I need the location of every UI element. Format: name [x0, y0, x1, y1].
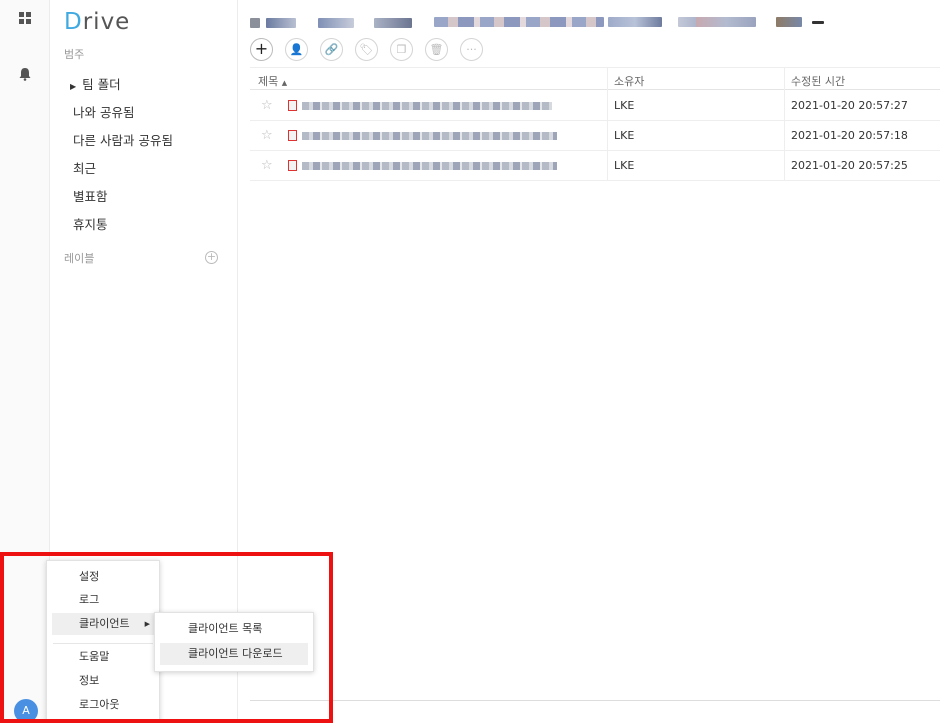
file-icon: [288, 100, 297, 111]
star-icon[interactable]: ☆: [261, 98, 273, 113]
column-owner-header[interactable]: 소유자: [614, 73, 644, 89]
column-title-header[interactable]: 제목 ▲: [258, 73, 287, 89]
logo-letter-d: D: [64, 9, 83, 35]
column-title-label: 제목: [258, 75, 279, 88]
star-icon[interactable]: ☆: [261, 128, 273, 143]
caret-right-icon[interactable]: ▶: [70, 82, 76, 91]
logo-rest: rive: [82, 9, 131, 35]
more-icon[interactable]: ···: [460, 38, 483, 61]
modified-cell: 2021-01-20 20:57:25: [791, 159, 908, 172]
sidebar-item-trash[interactable]: 휴지통: [73, 214, 108, 233]
add-label-icon[interactable]: +: [205, 251, 218, 264]
star-icon[interactable]: ☆: [261, 158, 273, 173]
main-content: + 👤 🔗 🏷 ❐ 🗑 ··· 제목 ▲ 소유자 수정된 시간 ☆ LKE 20…: [238, 0, 940, 723]
file-name-blurred[interactable]: [302, 132, 557, 140]
sort-asc-icon: ▲: [281, 79, 288, 87]
tag-icon[interactable]: 🏷: [355, 38, 378, 61]
sidebar-item-label: 팀 폴더: [82, 77, 121, 92]
apps-grid-icon[interactable]: [17, 11, 33, 27]
sidebar-item-team-folder[interactable]: ▶ 팀 폴더: [70, 74, 121, 93]
file-icon: [288, 130, 297, 141]
drive-logo[interactable]: Drive: [64, 9, 130, 35]
table-row[interactable]: ☆ LKE 2021-01-20 20:57:25: [250, 151, 940, 181]
modified-cell: 2021-01-20 20:57:27: [791, 99, 908, 112]
column-modified-header[interactable]: 수정된 시간: [791, 73, 845, 89]
sidebar-item-shared-with-me[interactable]: 나와 공유됨: [73, 102, 134, 121]
new-button[interactable]: +: [250, 38, 273, 61]
owner-cell: LKE: [614, 159, 635, 172]
table-header: 제목 ▲ 소유자 수정된 시간: [250, 67, 940, 90]
copy-icon[interactable]: ❐: [390, 38, 413, 61]
owner-cell: LKE: [614, 99, 635, 112]
file-name-blurred[interactable]: [302, 162, 557, 170]
file-name-blurred[interactable]: [302, 102, 552, 110]
labels-heading: 레이블: [64, 252, 95, 265]
table-row[interactable]: ☆ LKE 2021-01-20 20:57:18: [250, 121, 940, 151]
highlight-box: [0, 552, 333, 723]
category-heading: 범주: [64, 48, 85, 61]
footer-divider: [250, 700, 940, 701]
modified-cell: 2021-01-20 20:57:18: [791, 129, 908, 142]
sidebar-item-shared-with-others[interactable]: 다른 사람과 공유됨: [73, 130, 173, 149]
sidebar-item-recent[interactable]: 최근: [73, 158, 96, 177]
sidebar-item-starred[interactable]: 별표함: [73, 186, 108, 205]
file-icon: [288, 160, 297, 171]
share-user-icon[interactable]: 👤: [285, 38, 308, 61]
link-icon[interactable]: 🔗: [320, 38, 343, 61]
notification-bell-icon[interactable]: [17, 67, 33, 83]
owner-cell: LKE: [614, 129, 635, 142]
table-row[interactable]: ☆ LKE 2021-01-20 20:57:27: [250, 91, 940, 121]
trash-icon[interactable]: 🗑: [425, 38, 448, 61]
